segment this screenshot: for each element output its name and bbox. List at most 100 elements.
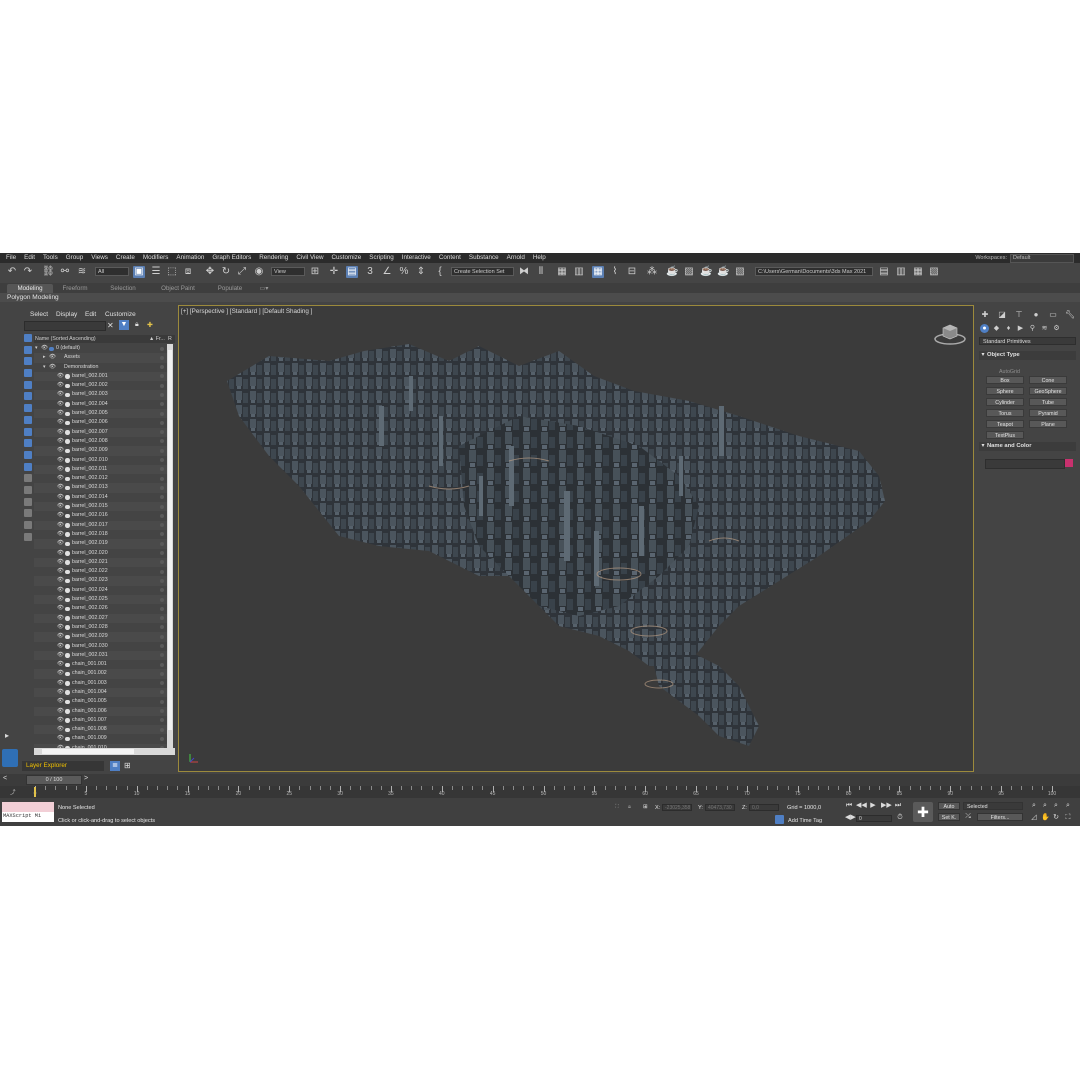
teapot-button[interactable]: Teapot [986, 420, 1024, 428]
tree-row-object[interactable]: 👁︎ barrel_002.009 [34, 446, 167, 456]
filter-icon[interactable]: ▼ [119, 320, 129, 330]
tree-row-object[interactable]: 👁︎ barrel_002.016 [34, 511, 167, 520]
z-coordinate-field[interactable]: 0,0 [749, 804, 779, 811]
tree-row-object[interactable]: 👁︎ barrel_002.017 [34, 520, 167, 530]
perspective-viewport[interactable]: [+] [Perspective ] [Standard ] [Default … [178, 305, 974, 772]
visibility-eye-icon[interactable]: 👁︎ [49, 353, 56, 362]
undo-icon[interactable]: ↶ [6, 266, 18, 278]
space-warps-filter-icon[interactable] [24, 427, 32, 436]
tree-row-object[interactable]: 👁︎ chain_001.009 [34, 734, 167, 743]
isolate-selection-icon[interactable]: ⛶ [615, 804, 619, 811]
tree-row-object[interactable]: 👁︎ barrel_002.019 [34, 539, 167, 549]
visibility-eye-icon[interactable]: 👁︎ [57, 660, 64, 669]
visibility-eye-icon[interactable]: 👁︎ [57, 734, 64, 743]
visibility-eye-icon[interactable]: 👁︎ [57, 446, 64, 455]
display-tab-icon[interactable]: ▭ [1048, 310, 1058, 320]
tree-row-object[interactable]: 👁︎ chain_001.004 [34, 687, 167, 698]
tree-row-object[interactable]: 👁︎ barrel_002.014 [34, 493, 167, 502]
menu-interactive[interactable]: Interactive [398, 253, 435, 263]
properties-filter-icon[interactable] [24, 532, 32, 541]
percent-snap-icon[interactable]: % [398, 266, 410, 278]
visibility-eye-icon[interactable]: 👁︎ [57, 651, 64, 660]
visibility-eye-icon[interactable]: 👁︎ [57, 437, 64, 446]
bones-filter-icon[interactable] [24, 462, 32, 471]
systems-icon[interactable]: ⚙ [1052, 324, 1061, 333]
helpers-icon[interactable]: ⚲ [1028, 324, 1037, 333]
play-icon[interactable]: ▶ [869, 802, 877, 810]
workspaces-dropdown[interactable]: Default [1010, 254, 1074, 263]
tree-row-object[interactable]: 👁︎ barrel_002.013 [34, 483, 167, 493]
geometry-filter-icon[interactable] [24, 369, 32, 378]
layer-toggle-icon[interactable]: ≣ [110, 761, 120, 771]
snaps-toggle-icon[interactable]: 3 [364, 266, 376, 278]
tab-selection[interactable]: Selection [103, 284, 143, 293]
visibility-eye-icon[interactable]: 👁︎ [57, 521, 64, 530]
time-slider-prev-icon[interactable]: < [3, 775, 7, 782]
bind-space-warp-icon[interactable]: ≋ [76, 266, 88, 278]
field-of-view-icon[interactable]: ◿ [1030, 814, 1038, 822]
frozen-filter-icon[interactable] [24, 485, 32, 494]
freeze-toggle-icon[interactable] [160, 541, 164, 546]
menu-civil-view[interactable]: Civil View [292, 253, 327, 263]
visibility-eye-icon[interactable]: 👁︎ [57, 483, 64, 492]
tube-button[interactable]: Tube [1029, 398, 1067, 406]
freeze-toggle-icon[interactable] [160, 392, 164, 397]
freeze-toggle-icon[interactable] [160, 383, 164, 388]
display-none-icon[interactable] [24, 334, 32, 342]
box-button[interactable]: Box [986, 376, 1024, 384]
tree-row-object[interactable]: 👁︎ barrel_002.031 [34, 650, 167, 661]
freeze-toggle-icon[interactable] [160, 653, 164, 658]
x-coordinate-field[interactable]: -23025,358 [662, 804, 692, 811]
add-time-tag[interactable]: Add Time Tag [788, 818, 822, 824]
visibility-eye-icon[interactable]: 👁︎ [57, 558, 64, 567]
angle-snap-icon[interactable]: ∠ [381, 266, 393, 278]
freeze-toggle-icon[interactable] [160, 365, 164, 370]
freeze-toggle-icon[interactable] [160, 671, 164, 676]
project-refresh-icon[interactable]: ▧ [928, 266, 940, 278]
geosphere-button[interactable]: GeoSphere [1029, 387, 1067, 395]
freeze-toggle-icon[interactable] [160, 402, 164, 407]
mirror-icon[interactable]: ⧓ [518, 266, 530, 278]
select-move-icon[interactable]: ✥ [204, 266, 216, 278]
render-in-cloud-icon[interactable]: ▧ [734, 266, 746, 278]
tree-row-demonstration[interactable]: ▾ 👁︎ Demonstration [34, 363, 167, 372]
tab-object-paint[interactable]: Object Paint [152, 284, 204, 293]
freeze-toggle-icon[interactable] [160, 532, 164, 537]
visibility-eye-icon[interactable]: 👁︎ [57, 632, 64, 641]
project-settings-icon[interactable]: ▦ [912, 266, 924, 278]
containers-filter-icon[interactable] [24, 474, 32, 483]
tree-row-object[interactable]: 👁︎ barrel_002.007 [34, 427, 167, 437]
freeze-toggle-icon[interactable] [160, 513, 164, 518]
rectangular-selection-icon[interactable]: ⬚ [166, 266, 178, 278]
clear-search-icon[interactable]: ✕ [107, 321, 114, 330]
select-manipulate-icon[interactable]: ✛ [328, 266, 340, 278]
tree-row-object[interactable]: 👁︎ chain_001.008 [34, 725, 167, 735]
visibility-eye-icon[interactable]: 👁︎ [57, 381, 64, 390]
freeze-toggle-icon[interactable] [160, 597, 164, 602]
visibility-eye-icon[interactable]: 👁︎ [57, 642, 64, 651]
primitive-category-dropdown[interactable]: Standard Primitives [979, 337, 1076, 345]
freeze-toggle-icon[interactable] [160, 551, 164, 556]
tree-row-object[interactable]: 👁︎ barrel_002.004 [34, 400, 167, 409]
visibility-eye-icon[interactable]: 👁︎ [41, 344, 48, 353]
cameras-icon[interactable]: ▶ [1016, 324, 1025, 333]
go-to-start-icon[interactable]: ⏮ [845, 802, 853, 810]
freeze-toggle-icon[interactable] [160, 458, 164, 463]
auto-key-button[interactable]: Auto [938, 802, 960, 810]
time-configuration-icon[interactable]: ⏱ [896, 814, 904, 822]
render-iterative-icon[interactable]: ☕ [717, 266, 729, 278]
render-setup-icon[interactable]: ☕ [666, 266, 678, 278]
tab-freeform[interactable]: Freeform [55, 284, 95, 293]
visibility-eye-icon[interactable]: 👁︎ [57, 409, 64, 418]
visibility-eye-icon[interactable]: 👁︎ [57, 576, 64, 585]
cameras-filter-icon[interactable] [24, 404, 32, 413]
key-filter-dropdown[interactable]: Selected [963, 802, 1023, 810]
tab-populate[interactable]: Populate [210, 284, 250, 293]
freeze-toggle-icon[interactable] [160, 355, 164, 360]
visibility-eye-icon[interactable]: 👁︎ [57, 539, 64, 548]
freeze-toggle-icon[interactable] [160, 439, 164, 444]
next-frame-icon[interactable]: ▶▶ [881, 802, 892, 810]
freeze-toggle-icon[interactable] [160, 718, 164, 723]
tab-modeling[interactable]: Modeling [7, 284, 53, 293]
visibility-eye-icon[interactable]: 👁︎ [57, 465, 64, 474]
